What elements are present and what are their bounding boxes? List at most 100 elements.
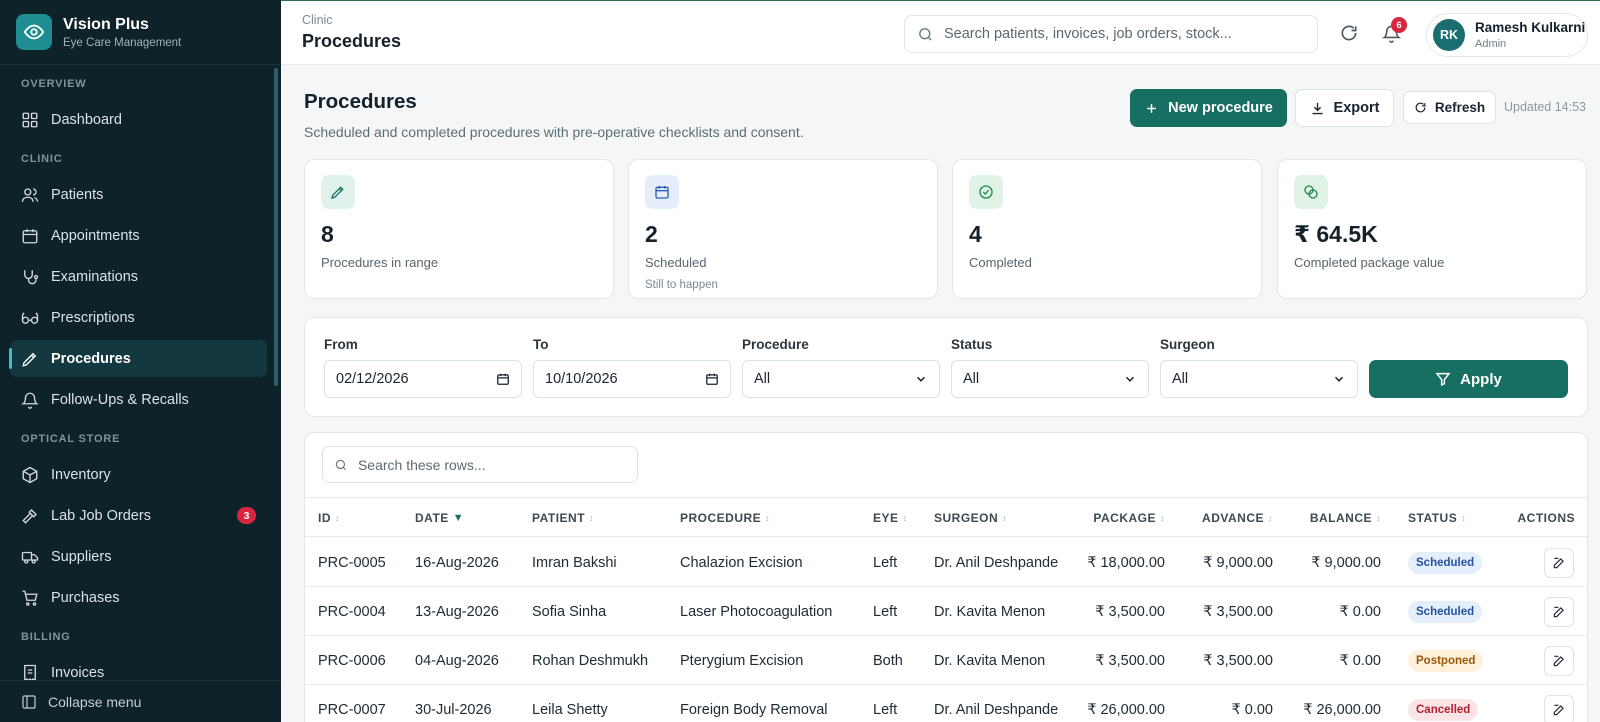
- sidebar-nav: OVERVIEW Dashboard CLINIC Patients Appoi…: [0, 65, 273, 680]
- sidebar-item-procedures[interactable]: Procedures: [9, 340, 267, 377]
- column-header-status[interactable]: STATUS ↕: [1408, 498, 1466, 538]
- edit-button[interactable]: [1544, 548, 1574, 578]
- stat-hint: Still to happen: [645, 279, 718, 291]
- eye-logo-icon: [16, 14, 52, 50]
- edit-button[interactable]: [1544, 646, 1574, 676]
- to-date-input[interactable]: 10/10/2026: [533, 360, 731, 398]
- apply-button[interactable]: Apply: [1369, 360, 1568, 398]
- cell-balance: ₹ 26,000.00: [1303, 701, 1381, 718]
- calendar-icon: [706, 373, 718, 385]
- sidebar-item-followups[interactable]: Follow-Ups & Recalls: [10, 381, 267, 418]
- from-date-input[interactable]: 02/12/2026: [324, 360, 522, 398]
- collapse-menu-label: Collapse menu: [48, 693, 142, 710]
- export-label: Export: [1333, 100, 1380, 116]
- procedure-select[interactable]: All: [742, 360, 940, 398]
- column-header-date[interactable]: DATE ▼: [415, 498, 464, 538]
- status-select[interactable]: All: [951, 360, 1149, 398]
- table-search-input[interactable]: [357, 456, 637, 473]
- new-procedure-label: New procedure: [1168, 100, 1273, 116]
- global-search-input[interactable]: [944, 26, 1314, 42]
- cell-date: 16-Aug-2026: [415, 554, 499, 571]
- notifications-badge: 6: [1391, 17, 1407, 33]
- column-header-id[interactable]: ID ↕: [318, 498, 340, 538]
- lab-job-orders-badge: 3: [237, 507, 256, 524]
- table-search[interactable]: [322, 446, 638, 483]
- sort-icon: ↕: [589, 513, 595, 523]
- check-circle-icon: [969, 175, 1003, 209]
- edit-icon: [1553, 655, 1564, 667]
- refresh-icon: [1415, 102, 1426, 113]
- receipt-icon: [24, 664, 36, 680]
- search-icon: [335, 459, 347, 470]
- column-header-actions: ACTIONS: [1485, 498, 1575, 538]
- column-header-eye[interactable]: EYE ↕: [873, 498, 908, 538]
- new-procedure-button[interactable]: New procedure: [1130, 89, 1287, 127]
- column-header-label: PROCEDURE: [680, 511, 762, 525]
- edit-icon: [1553, 606, 1564, 618]
- stat-label: Procedures in range: [321, 255, 439, 270]
- sidebar-item-dashboard[interactable]: Dashboard: [10, 101, 267, 138]
- edit-button[interactable]: [1544, 695, 1574, 722]
- sidebar-item-examinations[interactable]: Examinations: [10, 258, 267, 295]
- global-search[interactable]: [904, 15, 1318, 53]
- cell-eye: Left: [873, 701, 898, 718]
- sidebar-item-inventory[interactable]: Inventory: [10, 456, 267, 493]
- stat-card-scheduled: 2 Scheduled Still to happen: [628, 159, 938, 299]
- column-header-balance[interactable]: BALANCE ↕: [1280, 498, 1381, 538]
- surgeon-select[interactable]: All: [1160, 360, 1358, 398]
- edit-button[interactable]: [1544, 597, 1574, 627]
- refresh-icon: [1341, 25, 1357, 41]
- brand[interactable]: Vision Plus Eye Care Management: [0, 0, 281, 65]
- download-icon: [1312, 102, 1323, 114]
- column-header-patient[interactable]: PATIENT ↕: [532, 498, 594, 538]
- column-header-package[interactable]: PACKAGE ↕: [1065, 498, 1165, 538]
- notifications-button[interactable]: 6: [1378, 17, 1407, 46]
- filter-label: To: [533, 337, 549, 352]
- sidebar: Vision Plus Eye Care Management OVERVIEW…: [0, 0, 281, 722]
- column-header-surgeon[interactable]: SURGEON ↕: [934, 498, 1007, 538]
- column-header-advance[interactable]: ADVANCE ↕: [1175, 498, 1273, 538]
- filters-panel: From 02/12/2026 To 10/10/2026 Procedure …: [304, 317, 1588, 417]
- hammer-icon: [22, 508, 37, 524]
- cell-package: ₹ 3,500.00: [1095, 652, 1165, 669]
- sidebar-item-label: Inventory: [51, 466, 111, 483]
- user-menu[interactable]: RK Ramesh Kulkarni Admin: [1426, 13, 1588, 57]
- calendar-icon: [22, 228, 38, 243]
- cart-icon: [22, 590, 38, 606]
- coins-icon: [1294, 175, 1328, 209]
- sidebar-item-lab-job-orders[interactable]: Lab Job Orders 3: [10, 497, 267, 534]
- column-header-procedure[interactable]: PROCEDURE ↕: [680, 498, 770, 538]
- refresh-icon-button[interactable]: [1336, 20, 1362, 46]
- sidebar-item-prescriptions[interactable]: Prescriptions: [10, 299, 267, 336]
- cell-patient: Rohan Deshmukh: [532, 652, 649, 669]
- breadcrumb[interactable]: Clinic: [302, 13, 333, 27]
- sort-icon: ↕: [902, 513, 908, 523]
- filter-status: Status All: [951, 337, 1149, 398]
- sidebar-item-patients[interactable]: Patients: [10, 176, 267, 213]
- sidebar-item-label: Prescriptions: [51, 309, 135, 326]
- filter-label: Status: [951, 337, 993, 352]
- collapse-menu-button[interactable]: Collapse menu: [0, 680, 281, 722]
- table-row[interactable]: PRC-0004 13-Aug-2026 Sofia Sinha Laser P…: [305, 587, 1587, 636]
- sidebar-item-suppliers[interactable]: Suppliers: [10, 538, 267, 575]
- sidebar-scrollbar[interactable]: [274, 68, 278, 386]
- sidebar-item-label: Lab Job Orders: [51, 507, 151, 524]
- sidebar-item-invoices[interactable]: Invoices: [10, 654, 267, 680]
- export-button[interactable]: Export: [1295, 89, 1394, 127]
- cell-id: PRC-0005: [318, 554, 386, 571]
- cell-eye: Left: [873, 603, 898, 620]
- cell-surgeon: Dr. Kavita Menon: [934, 652, 1046, 669]
- cell-balance: ₹ 0.00: [1339, 603, 1381, 620]
- stat-label: Scheduled: [645, 255, 707, 270]
- sidebar-item-appointments[interactable]: Appointments: [10, 217, 267, 254]
- table-row[interactable]: PRC-0007 30-Jul-2026 Leila Shetty Foreig…: [305, 685, 1587, 722]
- sidebar-item-purchases[interactable]: Purchases: [10, 579, 267, 616]
- column-header-label: ADVANCE: [1202, 511, 1264, 525]
- refresh-button[interactable]: Refresh: [1403, 91, 1496, 124]
- page-subtitle: Scheduled and completed procedures with …: [304, 124, 804, 140]
- table-row[interactable]: PRC-0005 16-Aug-2026 Imran Bakshi Chalaz…: [305, 538, 1587, 587]
- filter-icon: [1435, 372, 1451, 387]
- filter-label: Procedure: [742, 337, 809, 352]
- table-row[interactable]: PRC-0006 04-Aug-2026 Rohan Deshmukh Pter…: [305, 636, 1587, 685]
- filter-procedure: Procedure All: [742, 337, 940, 398]
